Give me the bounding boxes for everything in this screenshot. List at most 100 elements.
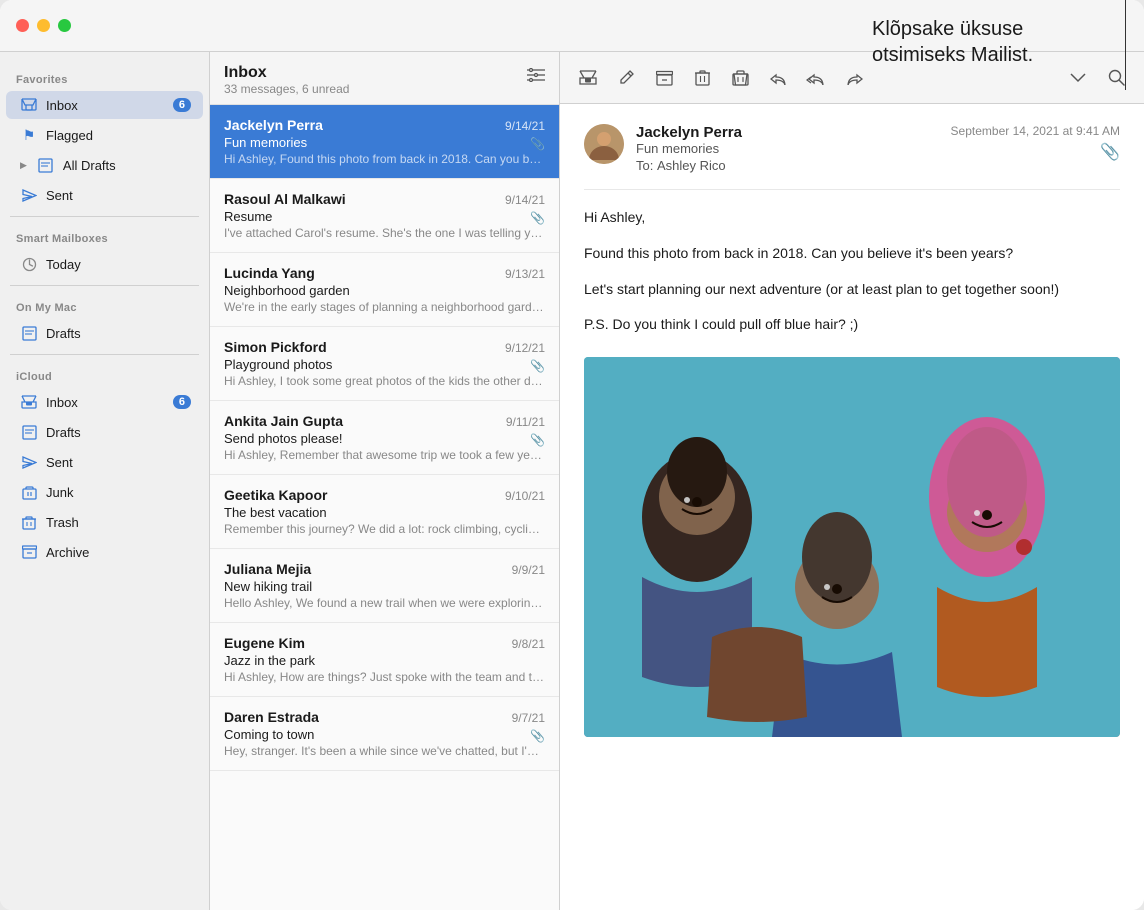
sidebar-item-trash-label: Trash [46, 515, 191, 530]
mail-list-subtitle: 33 messages, 6 unread [224, 82, 349, 96]
mail-item-date: 9/8/21 [512, 637, 545, 651]
mail-list-item[interactable]: Lucinda Yang 9/13/21 Neighborhood garden… [210, 253, 559, 327]
mail-item-preview: Hi Ashley, I took some great photos of t… [224, 374, 545, 388]
reply-all-button[interactable] [800, 62, 832, 94]
body-line-1: Hi Ashley, [584, 206, 1120, 230]
mail-item-sender: Rasoul Al Malkawi [224, 191, 346, 207]
detail-meta: Jackelyn Perra Fun memories To: Ashley R… [636, 124, 951, 173]
body-line-4: P.S. Do you think I could pull off blue … [584, 313, 1120, 337]
sidebar-section-smart: Smart Mailboxes [0, 223, 209, 249]
mail-item-sender: Geetika Kapoor [224, 487, 327, 503]
mail-item-subject: The best vacation [224, 505, 327, 520]
mail-list-item[interactable]: Ankita Jain Gupta 9/11/21 Send photos pl… [210, 401, 559, 475]
attachment-icon: 📎 [530, 359, 545, 373]
filter-button[interactable] [527, 66, 545, 87]
maximize-button[interactable] [58, 19, 71, 32]
mail-item-preview: We're in the early stages of planning a … [224, 300, 545, 314]
inbox-icloud-icon [20, 393, 38, 411]
sidebar-item-label: Sent [46, 188, 191, 203]
mail-item-date: 9/9/21 [512, 563, 545, 577]
detail-date: September 14, 2021 at 9:41 AM [951, 124, 1120, 138]
detail-subject: Fun memories [636, 141, 951, 156]
detail-body: Hi Ashley, Found this photo from back in… [584, 206, 1120, 337]
sidebar-item-label: Drafts [46, 425, 191, 440]
traffic-lights [16, 19, 71, 32]
mail-item-preview: I've attached Carol's resume. She's the … [224, 226, 545, 240]
mail-list-item[interactable]: Jackelyn Perra 9/14/21 Fun memories 📎 Hi… [210, 105, 559, 179]
mail-list-title: Inbox [224, 64, 349, 82]
attachment-icon: 📎 [530, 211, 545, 225]
sidebar-item-sent-icloud[interactable]: Sent [6, 448, 203, 476]
sent-icon [20, 186, 38, 204]
sidebar-item-sent-fav[interactable]: Sent [6, 181, 203, 209]
attachment-icon: 📎 [530, 433, 545, 447]
mail-item-subject: New hiking trail [224, 579, 312, 594]
mail-list-item[interactable]: Daren Estrada 9/7/21 Coming to town 📎 He… [210, 697, 559, 771]
sent-icloud-icon [20, 453, 38, 471]
mail-item-date: 9/10/21 [505, 489, 545, 503]
sidebar-item-all-drafts[interactable]: ▶ All Drafts [6, 151, 203, 179]
sidebar-item-junk-icloud[interactable]: Junk [6, 478, 203, 506]
today-icon [20, 255, 38, 273]
mail-list-item[interactable]: Juliana Mejia 9/9/21 New hiking trail He… [210, 549, 559, 623]
mail-item-preview: Hi Ashley, Found this photo from back in… [224, 152, 545, 166]
sidebar-section-favorites: Favorites [0, 64, 209, 90]
app-window: Klõpsake üksuse otsimiseks Mailist. Favo… [0, 0, 1144, 910]
mail-item-date: 9/13/21 [505, 267, 545, 281]
detail-to-label: To: [636, 158, 653, 173]
tooltip-text: Klõpsake üksuse otsimiseks Mailist. [872, 16, 1120, 68]
junk-toolbar-button[interactable] [724, 62, 756, 94]
mail-item-preview: Hi Ashley, Remember that awesome trip we… [224, 448, 545, 462]
mail-item-sender: Daren Estrada [224, 709, 319, 725]
sidebar-item-today[interactable]: Today [6, 250, 203, 278]
mail-item-sender: Lucinda Yang [224, 265, 315, 281]
detail-sender-name: Jackelyn Perra [636, 124, 951, 141]
mail-item-subject: Jazz in the park [224, 653, 315, 668]
sidebar-divider-2 [10, 285, 199, 286]
sidebar-item-label: Sent [46, 455, 191, 470]
sidebar-item-label: Drafts [46, 326, 191, 341]
mail-list-item[interactable]: Eugene Kim 9/8/21 Jazz in the park Hi As… [210, 623, 559, 697]
sidebar-item-drafts-icloud[interactable]: Drafts [6, 418, 203, 446]
compose-button[interactable] [610, 62, 642, 94]
sidebar-badge: 6 [173, 98, 191, 112]
archive-toolbar-button[interactable] [648, 62, 680, 94]
sidebar-item-flagged[interactable]: ⚑ Flagged [6, 121, 203, 149]
sidebar-item-label: Inbox [46, 98, 165, 113]
mail-item-date: 9/14/21 [505, 193, 545, 207]
new-message-button[interactable] [572, 62, 604, 94]
sidebar-item-label: Inbox [46, 395, 165, 410]
body-line-2: Found this photo from back in 2018. Can … [584, 242, 1120, 266]
mail-item-preview: Remember this journey? We did a lot: roc… [224, 522, 545, 536]
mail-item-date: 9/12/21 [505, 341, 545, 355]
sidebar-item-trash-icloud[interactable]: Trash [6, 508, 203, 536]
sidebar-item-inbox-icloud[interactable]: Inbox 6 [6, 388, 203, 416]
mail-list-item[interactable]: Geetika Kapoor 9/10/21 The best vacation… [210, 475, 559, 549]
tooltip-line [1125, 0, 1126, 90]
trash-icon [20, 513, 38, 531]
sidebar-item-drafts-mac[interactable]: Drafts [6, 319, 203, 347]
mail-list-item[interactable]: Rasoul Al Malkawi 9/14/21 Resume 📎 I've … [210, 179, 559, 253]
mail-list-item[interactable]: Simon Pickford 9/12/21 Playground photos… [210, 327, 559, 401]
inbox-icon [20, 96, 38, 114]
mail-item-subject: Playground photos [224, 357, 332, 372]
delete-toolbar-button[interactable] [686, 62, 718, 94]
close-button[interactable] [16, 19, 29, 32]
mail-item-subject: Resume [224, 209, 272, 224]
mail-list-header-text: Inbox 33 messages, 6 unread [224, 64, 349, 96]
minimize-button[interactable] [37, 19, 50, 32]
sidebar-item-inbox-fav[interactable]: Inbox 6 [6, 91, 203, 119]
mail-list-header: Inbox 33 messages, 6 unread [210, 52, 559, 105]
attachment-indicator: 📎 [1100, 142, 1120, 162]
detail-content: Jackelyn Perra Fun memories To: Ashley R… [560, 104, 1144, 910]
sidebar-item-archive-icloud[interactable]: Archive [6, 538, 203, 566]
sidebar-section-icloud: iCloud [0, 361, 209, 387]
reply-button[interactable] [762, 62, 794, 94]
mail-item-date: 9/7/21 [512, 711, 545, 725]
sidebar-item-label: Flagged [46, 128, 191, 143]
archive-icon [20, 543, 38, 561]
sidebar-item-label: Today [46, 257, 191, 272]
mail-item-preview: Hey, stranger. It's been a while since w… [224, 744, 545, 758]
sidebar-badge-icloud: 6 [173, 395, 191, 409]
sidebar-item-label: Junk [46, 485, 191, 500]
